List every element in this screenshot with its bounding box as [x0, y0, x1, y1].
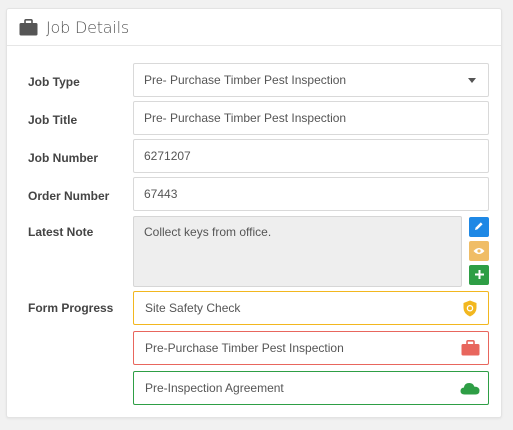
briefcase-icon [460, 339, 480, 357]
plus-icon [474, 266, 484, 284]
job-number-input[interactable]: 6271207 [133, 139, 489, 173]
edit-note-button[interactable] [469, 217, 489, 237]
eye-icon [473, 242, 485, 260]
cloud-icon [460, 379, 480, 397]
form-progress-label: Form Progress [28, 301, 114, 315]
order-number-input[interactable]: 67443 [133, 177, 489, 211]
latest-note-label: Latest Note [28, 225, 94, 239]
progress-item-label: Pre-Purchase Timber Pest Inspection [145, 341, 344, 355]
job-number-value: 6271207 [144, 149, 191, 163]
latest-note-field: Collect keys from office. [133, 216, 462, 287]
card-title: Job Details [46, 17, 130, 37]
pencil-icon [474, 218, 484, 236]
add-note-button[interactable] [469, 265, 489, 285]
job-details-card: Job Details Job Type Pre- Purchase Timbe… [6, 8, 502, 418]
job-type-value: Pre- Purchase Timber Pest Inspection [144, 73, 347, 87]
view-note-button[interactable] [469, 241, 489, 261]
latest-note-value: Collect keys from office. [144, 225, 272, 239]
progress-item-label: Site Safety Check [145, 301, 241, 315]
job-title-input[interactable]: Pre- Purchase Timber Pest Inspection [133, 101, 489, 135]
progress-item-pre-inspection-agreement[interactable]: Pre-Inspection Agreement [133, 371, 489, 405]
shield-icon [460, 299, 480, 317]
progress-item-label: Pre-Inspection Agreement [145, 381, 284, 395]
progress-item-pre-purchase-timber-pest-inspection[interactable]: Pre-Purchase Timber Pest Inspection [133, 331, 489, 365]
job-type-label: Job Type [28, 75, 80, 89]
caret-down-icon [468, 78, 476, 83]
card-header: Job Details [7, 9, 501, 46]
job-title-value: Pre- Purchase Timber Pest Inspection [144, 111, 347, 125]
order-number-value: 67443 [144, 187, 178, 201]
order-number-label: Order Number [28, 189, 110, 203]
job-type-select[interactable]: Pre- Purchase Timber Pest Inspection [133, 63, 489, 97]
job-title-label: Job Title [28, 113, 78, 127]
briefcase-icon [19, 18, 38, 36]
job-number-label: Job Number [28, 151, 99, 165]
progress-item-site-safety-check[interactable]: Site Safety Check [133, 291, 489, 325]
